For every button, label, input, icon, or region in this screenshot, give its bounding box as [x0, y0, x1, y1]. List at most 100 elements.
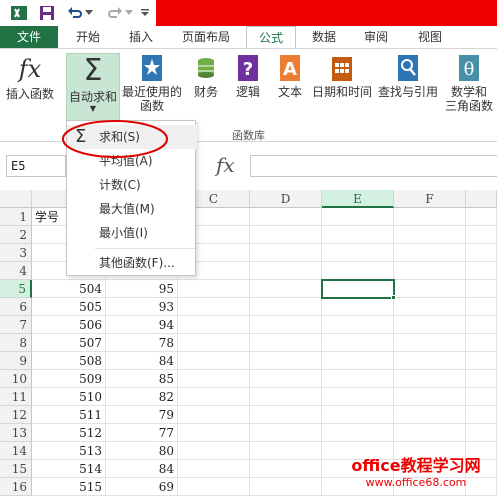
table-cell[interactable]	[466, 244, 497, 262]
table-cell[interactable]: 78	[106, 334, 178, 352]
table-cell[interactable]	[394, 208, 466, 226]
table-cell[interactable]	[178, 460, 250, 478]
table-cell[interactable]: 93	[106, 298, 178, 316]
menu-item-min[interactable]: 最小值(I)	[67, 221, 197, 245]
table-cell[interactable]	[250, 370, 322, 388]
table-cell[interactable]: 84	[106, 460, 178, 478]
table-cell[interactable]: 82	[106, 388, 178, 406]
table-cell[interactable]	[394, 352, 466, 370]
table-cell[interactable]	[322, 298, 394, 316]
table-cell[interactable]	[178, 424, 250, 442]
row-header[interactable]: 3	[0, 244, 32, 262]
table-cell[interactable]	[466, 298, 497, 316]
fx-icon[interactable]: fx	[216, 152, 235, 178]
table-cell[interactable]	[178, 478, 250, 496]
tab-file[interactable]: 文件	[0, 26, 58, 48]
table-cell[interactable]: 79	[106, 406, 178, 424]
menu-item-more-functions[interactable]: 其他函数(F)...	[67, 251, 197, 275]
table-cell[interactable]	[250, 244, 322, 262]
table-cell[interactable]	[394, 316, 466, 334]
menu-item-max[interactable]: 最大值(M)	[67, 197, 197, 221]
row-header[interactable]: 4	[0, 262, 32, 280]
table-cell[interactable]: 84	[106, 352, 178, 370]
table-cell[interactable]: 508	[32, 352, 106, 370]
table-cell[interactable]	[322, 406, 394, 424]
table-cell[interactable]	[466, 370, 497, 388]
table-cell[interactable]	[250, 460, 322, 478]
table-cell[interactable]	[250, 442, 322, 460]
tab-formulas[interactable]: 公式	[246, 26, 296, 49]
financial-button[interactable]: 财务	[188, 53, 224, 99]
table-cell[interactable]	[322, 208, 394, 226]
table-cell[interactable]: 505	[32, 298, 106, 316]
row-header[interactable]: 13	[0, 424, 32, 442]
table-cell[interactable]	[466, 226, 497, 244]
table-cell[interactable]	[322, 334, 394, 352]
autosum-button[interactable]: Σ 自动求和 ▼	[66, 53, 120, 125]
table-cell[interactable]	[322, 424, 394, 442]
formula-input[interactable]	[250, 155, 497, 177]
table-cell[interactable]: 509	[32, 370, 106, 388]
table-cell[interactable]	[250, 478, 322, 496]
table-cell[interactable]	[394, 406, 466, 424]
table-cell[interactable]	[250, 262, 322, 280]
tab-home[interactable]: 开始	[64, 26, 112, 48]
table-cell[interactable]: 515	[32, 478, 106, 496]
table-cell[interactable]	[322, 262, 394, 280]
column-header-e[interactable]: E	[322, 190, 394, 208]
table-cell[interactable]	[394, 244, 466, 262]
table-cell[interactable]: 511	[32, 406, 106, 424]
table-cell[interactable]: 69	[106, 478, 178, 496]
table-cell[interactable]	[178, 352, 250, 370]
insert-function-button[interactable]: fx 插入函数	[4, 53, 56, 101]
text-button[interactable]: A 文本	[272, 53, 308, 99]
table-cell[interactable]: 94	[106, 316, 178, 334]
table-cell[interactable]	[250, 298, 322, 316]
row-header[interactable]: 9	[0, 352, 32, 370]
row-header[interactable]: 6	[0, 298, 32, 316]
tab-review[interactable]: 审阅	[352, 26, 400, 48]
table-cell[interactable]: 510	[32, 388, 106, 406]
undo-icon[interactable]	[66, 4, 84, 22]
table-cell[interactable]	[250, 424, 322, 442]
table-cell[interactable]	[250, 334, 322, 352]
logical-button[interactable]: ? 逻辑	[230, 53, 266, 99]
table-cell[interactable]	[250, 280, 322, 298]
table-cell[interactable]	[466, 280, 497, 298]
table-cell[interactable]	[394, 280, 466, 298]
row-header[interactable]: 11	[0, 388, 32, 406]
table-cell[interactable]: 95	[106, 280, 178, 298]
row-header[interactable]: 12	[0, 406, 32, 424]
table-cell[interactable]: 514	[32, 460, 106, 478]
table-cell[interactable]	[394, 226, 466, 244]
row-header[interactable]: 2	[0, 226, 32, 244]
date-time-button[interactable]: 日期和时间	[310, 53, 374, 99]
row-header[interactable]: 10	[0, 370, 32, 388]
math-trig-button[interactable]: θ 数学和 三角函数	[442, 53, 496, 113]
row-header[interactable]: 1	[0, 208, 32, 226]
table-cell[interactable]	[250, 226, 322, 244]
table-cell[interactable]: 507	[32, 334, 106, 352]
table-cell[interactable]	[322, 388, 394, 406]
table-cell[interactable]	[322, 370, 394, 388]
redo-dropdown-icon[interactable]	[124, 4, 134, 22]
table-cell[interactable]	[466, 334, 497, 352]
fill-handle[interactable]	[391, 295, 396, 300]
row-header[interactable]: 15	[0, 460, 32, 478]
row-header[interactable]: 14	[0, 442, 32, 460]
table-cell[interactable]	[394, 298, 466, 316]
table-cell[interactable]	[394, 388, 466, 406]
select-all-corner[interactable]	[0, 190, 32, 208]
row-header[interactable]: 7	[0, 316, 32, 334]
column-header-g[interactable]	[466, 190, 497, 208]
table-cell[interactable]	[322, 244, 394, 262]
table-cell[interactable]	[178, 442, 250, 460]
table-cell[interactable]: 85	[106, 370, 178, 388]
lookup-reference-button[interactable]: 查找与引用	[376, 53, 440, 99]
table-cell[interactable]: 504	[32, 280, 106, 298]
table-cell[interactable]	[466, 352, 497, 370]
table-cell[interactable]	[466, 406, 497, 424]
save-icon[interactable]	[38, 4, 56, 22]
table-cell[interactable]	[322, 316, 394, 334]
table-cell[interactable]	[466, 388, 497, 406]
